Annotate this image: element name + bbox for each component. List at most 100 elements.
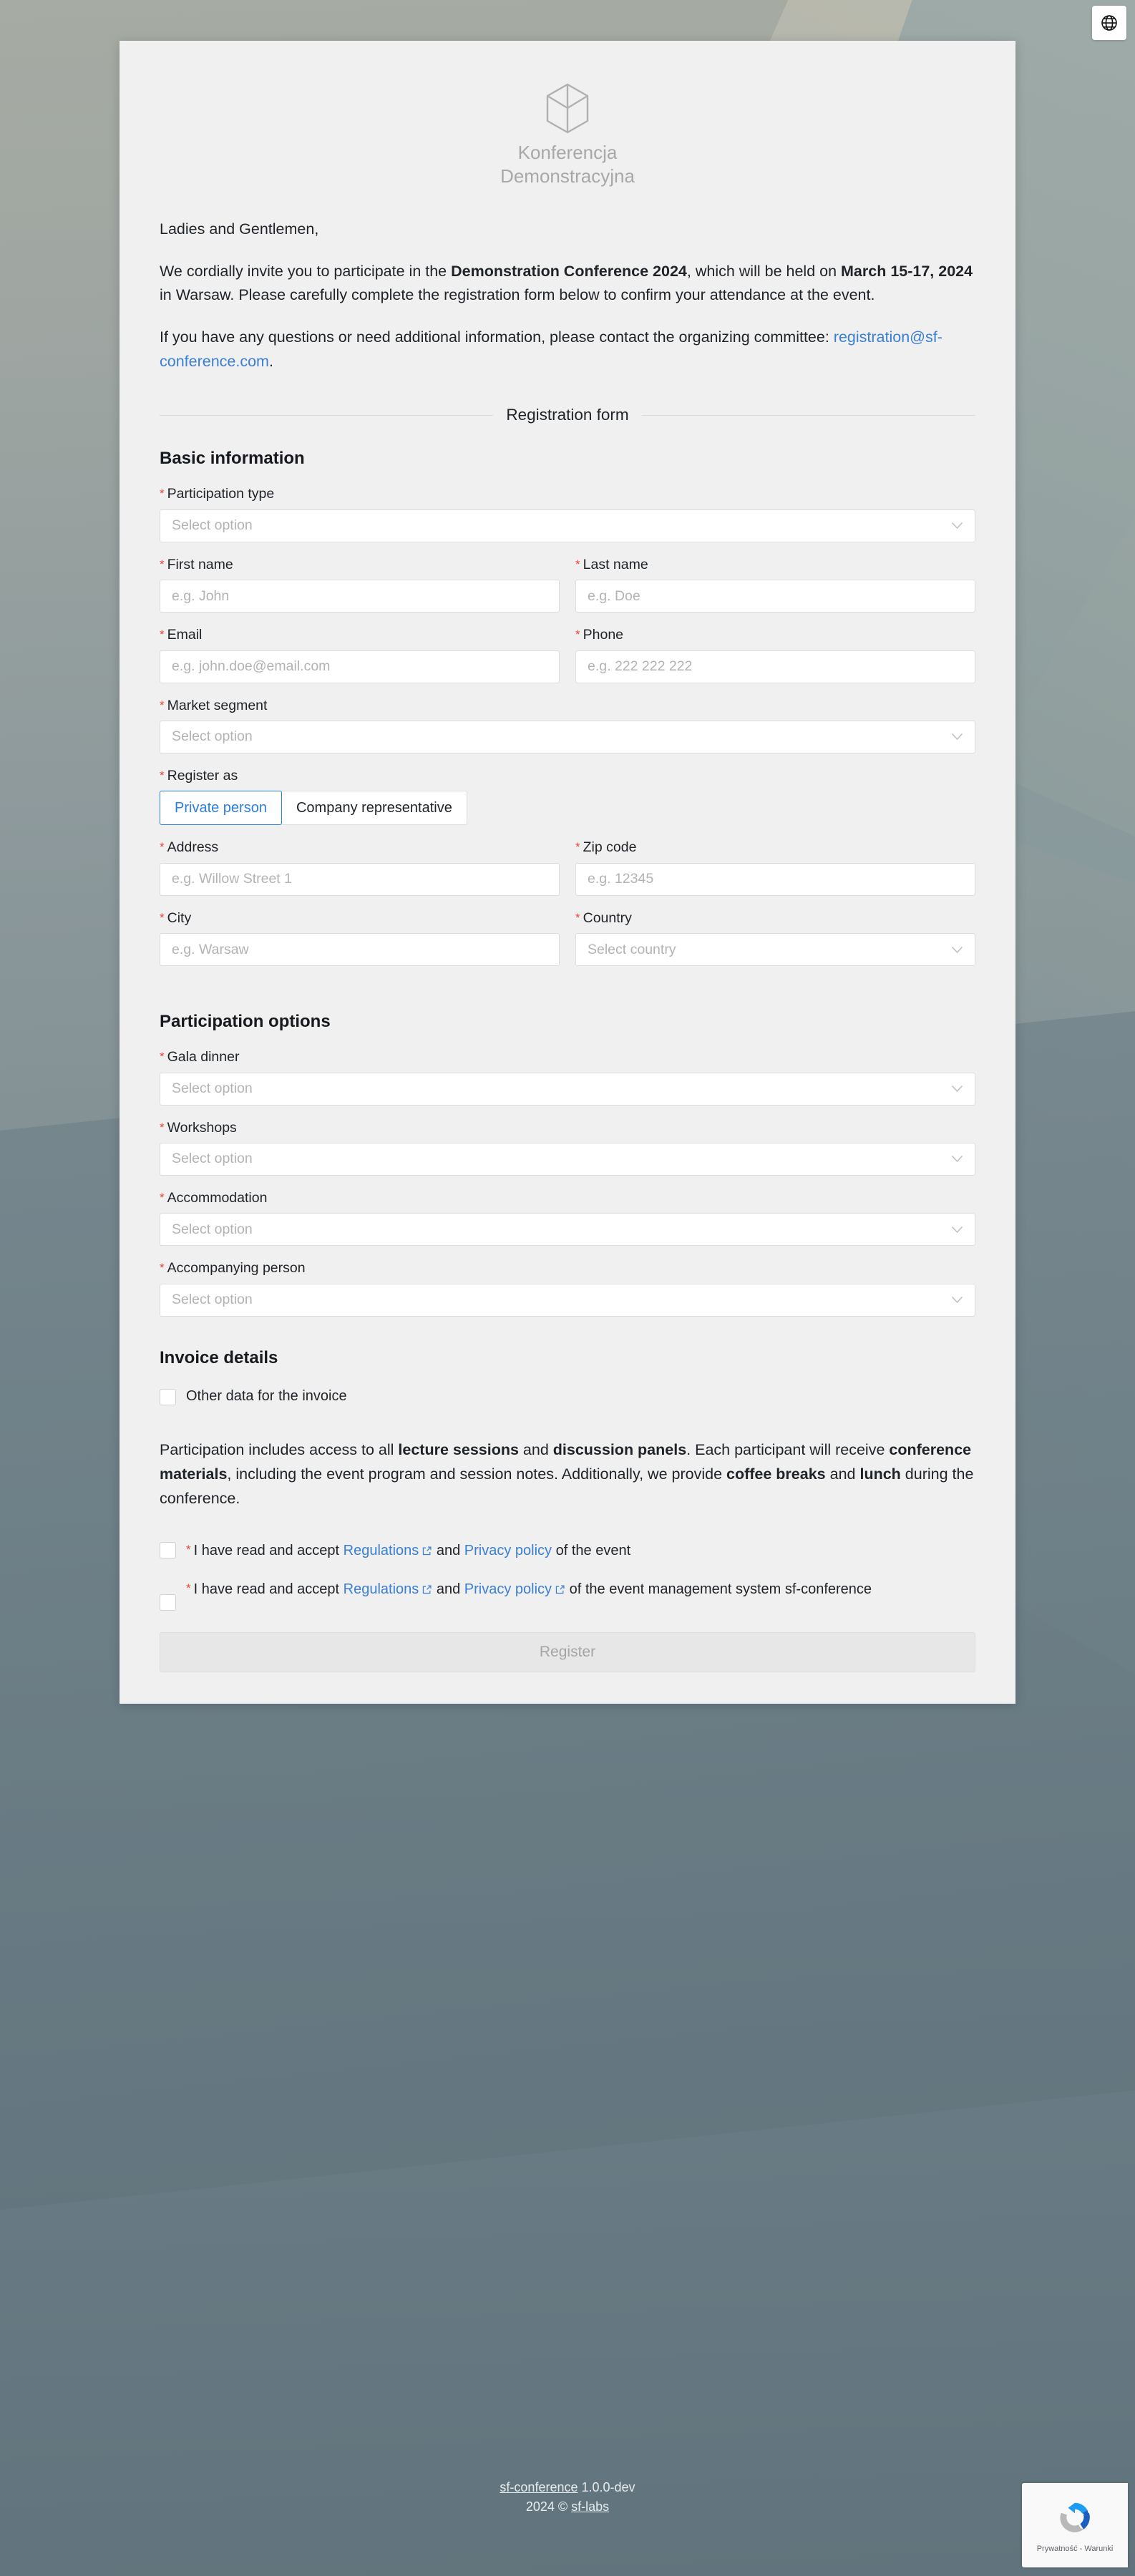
select-workshops[interactable]: Select option — [160, 1142, 975, 1176]
placeholder-text: Select option — [172, 517, 253, 534]
recaptcha-terms-text: Prywatność - Warunki — [1036, 2544, 1114, 2553]
required-marker: * — [160, 910, 165, 924]
input-phone[interactable]: e.g. 222 222 222 — [575, 650, 975, 683]
regulations-link[interactable]: Regulations — [344, 1543, 419, 1558]
row-address: * Address e.g. Willow Street 1 * Zip code … — [160, 839, 975, 909]
chevron-down-icon — [951, 946, 963, 954]
checkbox-row-other-invoice-data: Other data for the invoice — [160, 1385, 975, 1407]
label-text: Address — [167, 839, 219, 856]
privacy-policy-link[interactable]: Privacy policy — [464, 1581, 552, 1597]
external-link-icon — [422, 1580, 432, 1601]
language-switch-button[interactable] — [1092, 6, 1126, 40]
invitation-text-2: , which will be held on — [686, 262, 842, 280]
input-last-name[interactable]: e.g. Doe — [575, 580, 975, 613]
recaptcha-badge[interactable]: Prywatność - Warunki — [1022, 2483, 1128, 2567]
input-email[interactable]: e.g. john.doe@email.com — [160, 650, 560, 683]
required-marker: * — [575, 910, 580, 924]
chevron-down-icon — [951, 1296, 963, 1304]
logo-line-1: Konferencja — [517, 142, 618, 163]
consent-text-1: I have read and accept — [193, 1542, 344, 1558]
label-text: Country — [583, 909, 632, 926]
field-gala-dinner: * Gala dinner Select option — [160, 1049, 975, 1106]
checkbox-row-consent-event: * I have read and accept Regulations and … — [160, 1540, 975, 1563]
field-zip-code: * Zip code e.g. 12345 — [575, 839, 975, 896]
consent-text-3: of the event — [552, 1542, 631, 1558]
notice-text-2: and — [518, 1440, 553, 1458]
divider-rule-left — [160, 414, 494, 416]
required-marker: * — [575, 840, 580, 854]
required-marker: * — [160, 628, 165, 642]
conference-name: Demonstration Conference 2024 — [451, 262, 687, 280]
field-email: * Email e.g. john.doe@email.com — [160, 627, 560, 683]
checkbox-label-other-invoice-data: Other data for the invoice — [186, 1387, 347, 1404]
vendor-link[interactable]: sf-labs — [571, 2499, 609, 2514]
label-text: Phone — [583, 627, 624, 643]
invitation-text-1: We cordially invite you to participate i… — [160, 262, 452, 280]
label-participation-type: * Participation type — [160, 486, 975, 502]
placeholder-text: e.g. Doe — [588, 587, 640, 604]
app-name-link[interactable]: sf-conference — [500, 2480, 578, 2494]
select-gala-dinner[interactable]: Select option — [160, 1072, 975, 1106]
required-marker: * — [575, 557, 580, 571]
external-link-icon — [555, 1580, 565, 1601]
placeholder-text: e.g. john.doe@email.com — [172, 658, 331, 675]
placeholder-text: Select country — [588, 941, 676, 957]
placeholder-text: e.g. Willow Street 1 — [172, 871, 292, 887]
select-accommodation[interactable]: Select option — [160, 1213, 975, 1246]
required-marker: * — [160, 768, 165, 782]
notice-bold-5: lunch — [859, 1465, 901, 1483]
input-first-name[interactable]: e.g. John — [160, 580, 560, 613]
label-address: * Address — [160, 839, 560, 856]
select-participation-type[interactable]: Select option — [160, 509, 975, 542]
input-zip-code[interactable]: e.g. 12345 — [575, 862, 975, 896]
label-gala-dinner: * Gala dinner — [160, 1049, 975, 1065]
conference-logo: Konferencja Demonstracyjna — [120, 72, 1015, 218]
label-city: * City — [160, 910, 560, 927]
field-first-name: * First name e.g. John — [160, 557, 560, 613]
segment-private-person[interactable]: Private person — [160, 791, 282, 826]
consent-text-2: and — [432, 1581, 464, 1597]
field-last-name: * Last name e.g. Doe — [575, 557, 975, 613]
required-marker: * — [160, 1190, 165, 1204]
checkbox-consent-system[interactable] — [160, 1594, 176, 1611]
notice-text-3: . Each participant will receive — [686, 1440, 890, 1458]
chevron-down-icon — [951, 522, 963, 530]
required-marker: * — [160, 487, 165, 501]
section-title-invoice-details: Invoice details — [160, 1347, 278, 1367]
input-city[interactable]: e.g. Warsaw — [160, 933, 560, 967]
placeholder-text: Select option — [172, 1080, 253, 1096]
checkbox-consent-event[interactable] — [160, 1541, 176, 1558]
consent-label-system: * I have read and accept Regulations and … — [186, 1579, 872, 1601]
label-email: * Email — [160, 627, 560, 643]
input-address[interactable]: e.g. Willow Street 1 — [160, 862, 560, 896]
placeholder-text: e.g. 222 222 222 — [588, 658, 693, 675]
label-accompanying-person: * Accompanying person — [160, 1260, 975, 1277]
placeholder-text: Select option — [172, 1221, 253, 1237]
placeholder-text: e.g. 12345 — [588, 871, 654, 887]
privacy-policy-link[interactable]: Privacy policy — [464, 1543, 552, 1558]
notice-text-5: and — [825, 1465, 860, 1483]
select-market-segment[interactable]: Select option — [160, 720, 975, 753]
regulations-link[interactable]: Regulations — [344, 1581, 419, 1597]
field-phone: * Phone e.g. 222 222 222 — [575, 627, 975, 683]
required-marker: * — [160, 557, 165, 571]
section-title-basic-information: Basic information — [160, 449, 305, 469]
label-text: City — [167, 909, 192, 926]
label-text: First name — [167, 556, 233, 572]
segment-company-representative[interactable]: Company representative — [281, 791, 467, 826]
field-accompanying-person: * Accompanying person Select option — [160, 1260, 975, 1317]
register-button[interactable]: Register — [160, 1631, 975, 1672]
contact-paragraph: If you have any questions or need additi… — [160, 326, 975, 374]
chevron-down-icon — [951, 733, 963, 741]
select-accompanying-person[interactable]: Select option — [160, 1283, 975, 1317]
required-marker: * — [186, 1581, 191, 1595]
select-country[interactable]: Select country — [575, 933, 975, 967]
label-accommodation: * Accommodation — [160, 1190, 975, 1206]
placeholder-text: e.g. Warsaw — [172, 941, 249, 957]
section-title-participation-options: Participation options — [160, 1012, 331, 1032]
row-city-country: * City e.g. Warsaw * Country Select countr… — [160, 910, 975, 980]
placeholder-text: e.g. John — [172, 587, 230, 604]
consent-text-2: and — [432, 1542, 464, 1558]
checkbox-other-invoice-data[interactable] — [160, 1388, 176, 1405]
required-marker: * — [160, 1050, 165, 1064]
